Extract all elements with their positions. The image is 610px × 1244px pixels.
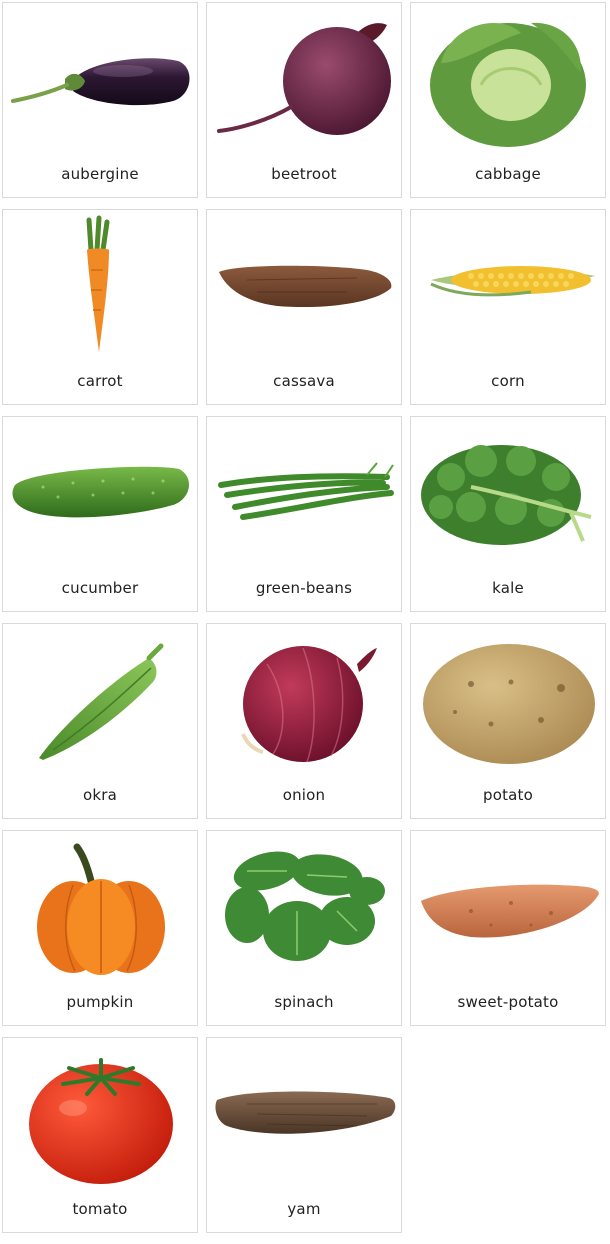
card-potato[interactable]: potato	[410, 623, 606, 819]
corn-icon	[411, 210, 605, 360]
aubergine-icon	[3, 3, 197, 153]
card-label: cabbage	[475, 165, 541, 183]
spinach-icon	[207, 831, 401, 981]
yam-icon	[207, 1038, 401, 1188]
cassava-icon	[207, 210, 401, 360]
sweet-potato-icon	[411, 831, 605, 981]
pumpkin-icon	[3, 831, 197, 981]
kale-icon	[411, 417, 605, 567]
card-label: carrot	[77, 372, 123, 390]
card-label: aubergine	[61, 165, 139, 183]
card-onion[interactable]: onion	[206, 623, 402, 819]
card-cucumber[interactable]: cucumber	[2, 416, 198, 612]
card-green-beans[interactable]: green-beans	[206, 416, 402, 612]
card-okra[interactable]: okra	[2, 623, 198, 819]
card-label: sweet-potato	[457, 993, 559, 1011]
vegetable-grid: aubergine beetroot cabbage carrot cassav…	[0, 0, 610, 1244]
card-cassava[interactable]: cassava	[206, 209, 402, 405]
beetroot-icon	[207, 3, 401, 153]
tomato-icon	[3, 1038, 197, 1188]
card-label: beetroot	[271, 165, 337, 183]
card-label: potato	[482, 786, 534, 804]
card-label: cucumber	[61, 579, 139, 597]
card-spinach[interactable]: spinach	[206, 830, 402, 1026]
card-label: spinach	[274, 993, 334, 1011]
card-corn[interactable]: corn	[410, 209, 606, 405]
onion-icon	[207, 624, 401, 774]
card-sweet-potato[interactable]: sweet-potato	[410, 830, 606, 1026]
potato-icon	[411, 624, 605, 774]
card-label: cassava	[273, 372, 335, 390]
card-kale[interactable]: kale	[410, 416, 606, 612]
green-beans-icon	[207, 417, 401, 567]
card-cabbage[interactable]: cabbage	[410, 2, 606, 198]
card-label: tomato	[72, 1200, 128, 1218]
card-label: pumpkin	[66, 993, 134, 1011]
card-carrot[interactable]: carrot	[2, 209, 198, 405]
card-beetroot[interactable]: beetroot	[206, 2, 402, 198]
card-label: corn	[491, 372, 525, 390]
carrot-icon	[3, 210, 197, 360]
card-label: okra	[82, 786, 118, 804]
cucumber-icon	[3, 417, 197, 567]
card-label: onion	[282, 786, 326, 804]
card-pumpkin[interactable]: pumpkin	[2, 830, 198, 1026]
card-label: kale	[492, 579, 524, 597]
card-label: yam	[287, 1200, 321, 1218]
card-tomato[interactable]: tomato	[2, 1037, 198, 1233]
card-label: green-beans	[255, 579, 353, 597]
card-aubergine[interactable]: aubergine	[2, 2, 198, 198]
cabbage-icon	[411, 3, 605, 153]
card-yam[interactable]: yam	[206, 1037, 402, 1233]
okra-icon	[3, 624, 197, 774]
